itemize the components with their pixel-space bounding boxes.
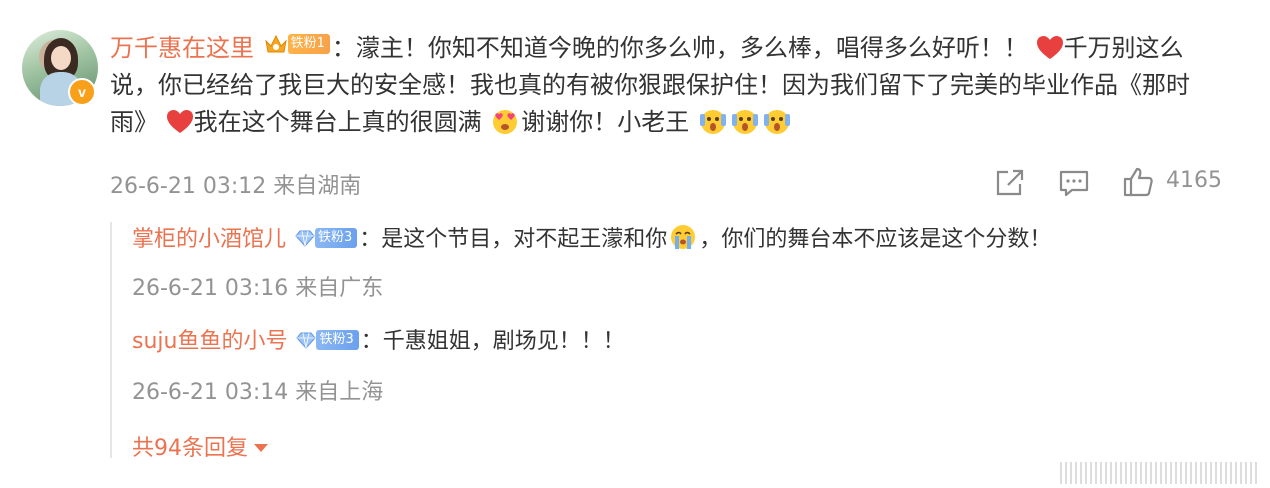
heart-icon	[166, 110, 193, 133]
reply-timestamp: 26-6-21 03:14 来自上海	[132, 380, 384, 405]
comment-text-part3: 我在这个舞台上真的很圆满	[193, 108, 482, 136]
heart-eyes-emoji-icon	[493, 110, 518, 134]
more-replies-link[interactable]: 共94条回复	[132, 430, 268, 462]
more-replies-label: 共94条回复	[132, 436, 248, 461]
reply-list: 掌柜的小酒馆儿 铁粉3 ：是这个节目，对不起王濛和你 ，你们的舞台本不应该是这个…	[110, 222, 1252, 461]
diamond-icon	[296, 332, 317, 349]
shocked-emoji-icon	[699, 110, 726, 134]
avatar-face	[51, 46, 71, 70]
reply-item: 掌柜的小酒馆儿 铁粉3 ：是这个节目，对不起王濛和你 ，你们的舞台本不应该是这个…	[132, 222, 1051, 256]
v-badge-icon: v	[68, 78, 96, 106]
caret-down-icon	[254, 444, 268, 452]
shocked-emoji-icon	[763, 110, 790, 134]
fan-badge-label: 铁粉3	[315, 228, 358, 248]
fan-badge-label: 铁粉1	[287, 34, 330, 54]
share-icon[interactable]	[994, 168, 1026, 198]
crown-icon	[264, 34, 287, 53]
reply-timestamp: 26-6-21 03:16 来自广东	[132, 276, 384, 301]
comment-text-part4: 谢谢你！小老王	[521, 108, 690, 136]
fan-badge[interactable]: 铁粉3	[296, 329, 359, 351]
comment-actions: 4165	[994, 166, 1234, 200]
diamond-icon	[295, 230, 315, 247]
heart-icon	[1036, 36, 1063, 59]
reply-item: suju鱼鱼的小号 铁粉3 ：千惠姐姐，剧场见！！！	[132, 326, 625, 358]
watermark-bars	[1060, 462, 1257, 484]
colon: ：	[331, 34, 356, 62]
thumbs-up-icon[interactable]	[1122, 166, 1154, 198]
comment-icon[interactable]	[1058, 169, 1090, 199]
like-count: 4165	[1166, 168, 1222, 193]
fan-badge-label: 铁粉3	[316, 330, 359, 350]
shocked-emoji-icon	[731, 110, 758, 134]
comment-username[interactable]: 万千惠在这里	[110, 34, 254, 62]
crying-emoji-icon	[671, 225, 696, 249]
comment-text: 万千惠在这里 铁粉1 ：濛主！你知不知道今晚的你多么帅，多么棒，唱得多么好听！！…	[110, 30, 1230, 141]
reply-text-part2: ，你们的舞台本不应该是这个分数！	[699, 227, 1052, 252]
comment-text-part1: 濛主！你知不知道今晚的你多么帅，多么棒，唱得多么好听！！	[355, 34, 1028, 62]
reply-username[interactable]: 掌柜的小酒馆儿	[132, 227, 286, 252]
reply-text-part1: ：千惠姐姐，剧场见！！！	[360, 329, 625, 354]
reply-text-part1: ：是这个节目，对不起王濛和你	[359, 227, 668, 252]
fan-badge[interactable]: 铁粉3	[295, 227, 358, 249]
reply-username[interactable]: suju鱼鱼的小号	[132, 329, 287, 354]
fan-badge[interactable]: 铁粉1	[264, 33, 330, 55]
comment-timestamp: 26-6-21 03:12 来自湖南	[110, 174, 362, 199]
